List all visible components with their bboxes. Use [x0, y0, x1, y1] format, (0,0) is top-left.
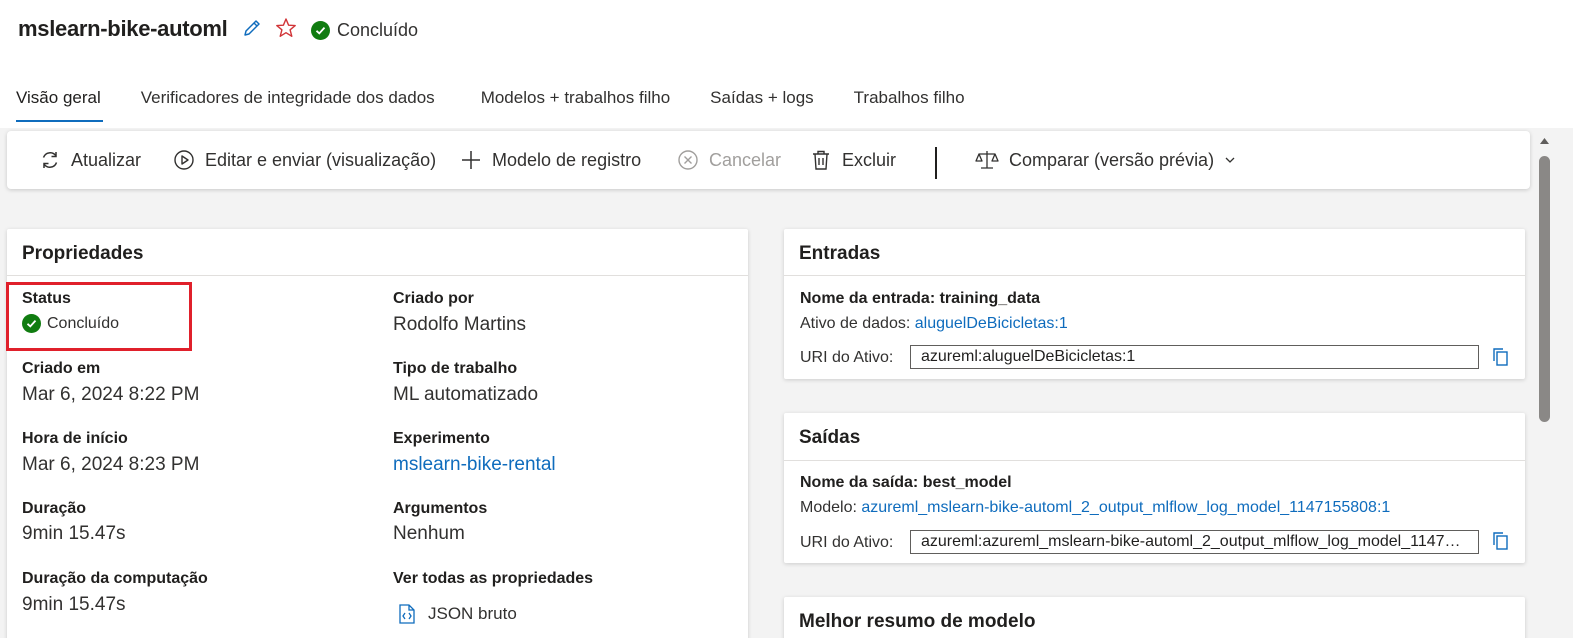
input-name: Nome da entrada: training_data [800, 290, 1041, 307]
experiment-label: Experimento [393, 430, 490, 447]
plus-icon [462, 151, 480, 169]
output-model-link[interactable]: azureml_mslearn-bike-automl_2_output_mlf… [861, 499, 1390, 516]
created-on-label: Criado em [22, 360, 101, 377]
job-type-label: Tipo de trabalho [393, 360, 518, 377]
scrollbar-thumb[interactable] [1539, 156, 1550, 422]
edit-submit-label: Editar e enviar (visualização) [205, 149, 437, 170]
job-status: Concluído [311, 20, 418, 41]
raw-json-label: JSON bruto [428, 604, 517, 623]
output-name: Nome da saída: best_model [800, 474, 1012, 491]
start-time-value: Mar 6, 2024 8:23 PM [22, 454, 200, 475]
star-icon[interactable] [274, 16, 298, 40]
refresh-button[interactable]: Atualizar [39, 131, 141, 189]
delete-button[interactable]: Excluir [810, 131, 896, 189]
pencil-icon[interactable] [240, 16, 264, 40]
job-type-value: ML automatizado [393, 384, 539, 405]
duration-label: Duração [22, 500, 87, 517]
outputs-divider [784, 460, 1525, 461]
scale-icon [975, 151, 999, 169]
input-asset-row: Ativo de dados: aluguelDeBicicletas:1 [800, 315, 1068, 333]
cancel-circle-icon [678, 150, 698, 170]
copy-icon[interactable] [1491, 530, 1511, 552]
duration-value: 9min 15.47s [22, 523, 126, 544]
input-asset-link[interactable]: aluguelDeBicicletas:1 [915, 315, 1068, 332]
register-model-button[interactable]: Modelo de registro [460, 131, 641, 189]
properties-divider [7, 275, 748, 276]
compute-duration-label: Duração da computação [22, 570, 208, 587]
toolbar-divider [935, 147, 937, 179]
created-on-value: Mar 6, 2024 8:22 PM [22, 384, 200, 405]
check-circle-icon [311, 21, 330, 40]
tab-models-child-jobs[interactable]: Modelos + trabalhos filho [481, 88, 670, 122]
tab-outputs-logs[interactable]: Saídas + logs [710, 88, 814, 122]
input-uri-field[interactable]: azureml:aluguelDeBicicletas:1 [910, 345, 1479, 369]
best-model-card: Melhor resumo de modelo [784, 597, 1525, 638]
chevron-down-icon [1225, 157, 1235, 163]
delete-label: Excluir [842, 149, 897, 170]
tab-data-guardrails[interactable]: Verificadores de integridade dos dados [141, 88, 435, 122]
register-model-label: Modelo de registro [492, 149, 642, 170]
outputs-title: Saídas [799, 427, 861, 448]
compare-label: Comparar (versão prévia) [1009, 149, 1215, 170]
tab-bar: Visão geral Verificadores de integridade… [16, 88, 1005, 122]
properties-title: Propriedades [22, 243, 144, 264]
start-time-label: Hora de início [22, 430, 128, 447]
command-bar: Atualizar Editar e enviar (visualização)… [7, 131, 1530, 189]
arguments-label: Argumentos [393, 500, 488, 517]
created-by-label: Criado por [393, 290, 474, 307]
output-uri-label: URI do Ativo: [800, 534, 894, 551]
compute-duration-value: 9min 15.47s [22, 594, 126, 615]
all-properties-label: Ver todas as propriedades [393, 570, 594, 587]
copy-icon[interactable] [1491, 346, 1511, 368]
inputs-card: Entradas Nome da entrada: training_data … [784, 229, 1525, 379]
page-header: mslearn-bike-automl Concluído Visão gera… [0, 0, 1573, 128]
inputs-title: Entradas [799, 243, 881, 264]
scroll-up-icon[interactable] [1539, 137, 1550, 145]
page-title: mslearn-bike-automl [18, 16, 228, 41]
play-circle-icon [174, 150, 194, 170]
inputs-divider [784, 275, 1525, 276]
outputs-card: Saídas Nome da saída: best_model Modelo:… [784, 413, 1525, 563]
tab-child-jobs[interactable]: Trabalhos filho [854, 88, 965, 122]
job-status-text: Concluído [337, 20, 419, 40]
compare-button[interactable]: Comparar (versão prévia) [975, 131, 1236, 189]
raw-json-button[interactable]: JSON bruto [398, 604, 517, 624]
output-uri-field[interactable]: azureml:azureml_mslearn-bike-automl_2_ou… [910, 530, 1479, 554]
tab-overview[interactable]: Visão geral [16, 88, 103, 122]
refresh-icon [42, 152, 58, 168]
output-model-prefix: Modelo: [800, 499, 862, 516]
experiment-link[interactable]: mslearn-bike-rental [393, 454, 556, 476]
input-asset-prefix: Ativo de dados: [800, 315, 915, 332]
input-uri-label: URI do Ativo: [800, 349, 894, 366]
refresh-label: Atualizar [71, 149, 142, 170]
best-model-title: Melhor resumo de modelo [799, 611, 1036, 632]
status-highlight-box [6, 282, 192, 351]
cancel-label: Cancelar [709, 149, 782, 170]
created-by-value: Rodolfo Martins [393, 314, 527, 335]
output-model-row: Modelo: azureml_mslearn-bike-automl_2_ou… [800, 499, 1390, 517]
json-file-icon [399, 604, 415, 624]
cancel-button[interactable]: Cancelar [677, 131, 781, 189]
trash-icon [813, 150, 829, 170]
edit-submit-button[interactable]: Editar e enviar (visualização) [173, 131, 436, 189]
arguments-value: Nenhum [393, 523, 465, 544]
